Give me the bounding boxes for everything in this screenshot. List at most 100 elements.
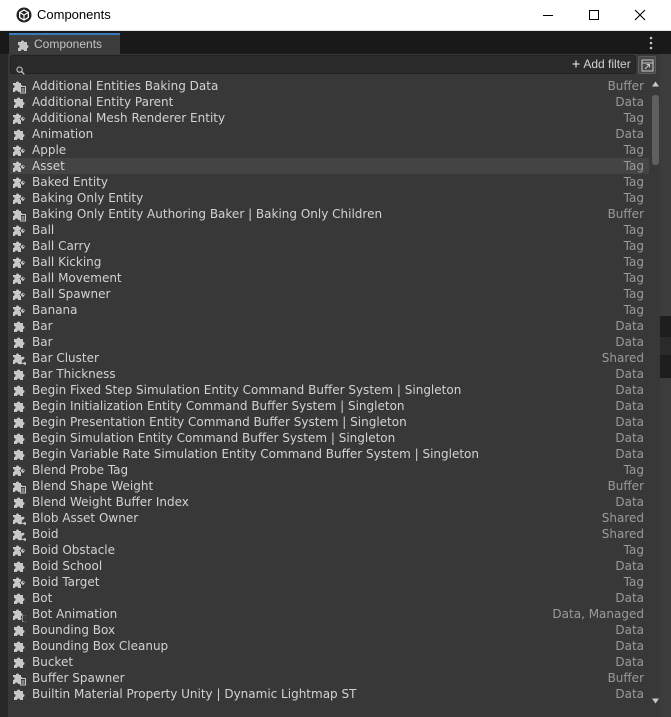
component-type: Buffer (607, 79, 644, 93)
tag-icon (12, 575, 27, 589)
component-name: Blend Shape Weight (32, 479, 154, 493)
component-name: Ball Movement (32, 271, 122, 285)
component-row[interactable]: Bar Thickness Data (10, 366, 649, 382)
tag-icon (12, 111, 27, 125)
component-row[interactable]: Begin Fixed Step Simulation Entity Comma… (10, 382, 649, 398)
component-type: Data (615, 639, 644, 653)
component-row[interactable]: Blob Asset Owner Shared (10, 510, 649, 526)
component-type: Data (615, 623, 644, 637)
tag-icon (12, 271, 27, 285)
scrollbar-thumb[interactable] (652, 95, 659, 165)
managed-icon: {} (12, 607, 29, 623)
component-row[interactable]: Begin Variable Rate Simulation Entity Co… (10, 446, 649, 462)
component-name: Ball Carry (32, 239, 91, 253)
close-icon (634, 9, 646, 21)
component-row[interactable]: Asset Tag (10, 158, 649, 174)
component-row[interactable]: Blend Probe Tag Tag (10, 462, 649, 478)
component-row[interactable]: Blend Shape Weight Buffer (10, 478, 649, 494)
component-name: Bar (32, 335, 53, 349)
search-bar[interactable] (10, 55, 636, 75)
tab-components[interactable]: Components (9, 33, 120, 54)
maximize-button[interactable] (571, 0, 617, 31)
component-type: Data, Managed (552, 607, 644, 621)
tag-icon (12, 463, 27, 477)
component-name: Begin Simulation Entity Command Buffer S… (32, 431, 396, 445)
component-row[interactable]: Bar Data (10, 334, 649, 350)
buffer-icon (12, 79, 26, 94)
component-row[interactable]: Builtin Material Property Unity | Dynami… (10, 686, 649, 702)
component-row[interactable]: Additional Entity Parent Data (10, 94, 649, 110)
component-row[interactable]: Baking Only Entity Authoring Baker | Bak… (10, 206, 649, 222)
component-row[interactable]: Bucket Data (10, 654, 649, 670)
add-filter-button[interactable]: Add filter (572, 57, 631, 72)
component-row[interactable]: Boid Shared (10, 526, 649, 542)
minimize-button[interactable] (525, 0, 571, 31)
data-icon (12, 655, 26, 669)
data-icon (12, 367, 26, 381)
component-row[interactable]: Blend Weight Buffer Index Data (10, 494, 649, 510)
component-name: Builtin Material Property Unity | Dynami… (32, 687, 357, 701)
data-icon (12, 319, 26, 333)
component-type: Tag (623, 255, 644, 269)
component-name: Ball Spawner (32, 287, 111, 301)
component-type: Data (615, 367, 644, 381)
component-row[interactable]: Ball Movement Tag (10, 270, 649, 286)
component-row[interactable]: Begin Simulation Entity Command Buffer S… (10, 430, 649, 446)
search-icon (16, 60, 25, 79)
component-row[interactable]: Ball Carry Tag (10, 238, 649, 254)
component-row[interactable]: Boid Obstacle Tag (10, 542, 649, 558)
kebab-menu-button[interactable] (644, 34, 658, 52)
component-row[interactable]: Apple Tag (10, 142, 649, 158)
component-row[interactable]: Bar Data (10, 318, 649, 334)
component-row[interactable]: Begin Initialization Entity Command Buff… (10, 398, 649, 414)
component-type: Tag (623, 575, 644, 589)
search-input[interactable] (31, 57, 551, 72)
component-row[interactable]: Ball Kicking Tag (10, 254, 649, 270)
component-row[interactable]: Boid Target Tag (10, 574, 649, 590)
component-row[interactable]: Baked Entity Tag (10, 174, 649, 190)
component-type: Data (615, 415, 644, 429)
data-icon (12, 335, 26, 349)
component-row[interactable]: Bounding Box Data (10, 622, 649, 638)
component-type: Tag (623, 175, 644, 189)
dock-window-button[interactable] (638, 56, 656, 74)
component-type: Shared (601, 351, 644, 365)
unity-logo-icon (16, 7, 32, 23)
component-type: Tag (623, 111, 644, 125)
component-name: Baking Only Entity (32, 191, 144, 205)
component-name: Begin Presentation Entity Command Buffer… (32, 415, 407, 429)
shared-icon (12, 527, 27, 541)
component-type: Buffer (607, 479, 644, 493)
minimize-icon (543, 15, 553, 16)
component-row[interactable]: Bar Cluster Shared (10, 350, 649, 366)
component-row[interactable]: Ball Tag (10, 222, 649, 238)
component-name: Boid Target (32, 575, 100, 589)
component-name: Begin Variable Rate Simulation Entity Co… (32, 447, 479, 461)
component-row[interactable]: Additional Entities Baking Data Buffer (10, 78, 649, 94)
component-type: Shared (601, 511, 644, 525)
background-panel-strip (660, 54, 671, 316)
component-row[interactable]: Baking Only Entity Tag (10, 190, 649, 206)
component-row[interactable]: Animation Data (10, 126, 649, 142)
close-button[interactable] (617, 0, 663, 31)
component-type: Data (615, 383, 644, 397)
component-row[interactable]: Boid School Data (10, 558, 649, 574)
component-row[interactable]: Ball Spawner Tag (10, 286, 649, 302)
add-filter-label: Add filter (583, 57, 631, 71)
tag-icon (12, 159, 27, 173)
vertical-scrollbar[interactable] (650, 78, 660, 710)
component-row[interactable]: {} Bot Animation Data, Managed (10, 606, 649, 623)
component-row[interactable]: Begin Presentation Entity Command Buffer… (10, 414, 649, 430)
component-row[interactable]: Buffer Spawner Buffer (10, 670, 649, 686)
component-name: Asset (32, 159, 65, 173)
component-row[interactable]: Bot Data (10, 590, 649, 606)
components-list: Additional Entities Baking Data Buffer Add… (10, 78, 649, 710)
background-panel-strip (660, 378, 671, 717)
data-icon (12, 127, 26, 141)
component-row[interactable]: Bounding Box Cleanup Data (10, 638, 649, 654)
scroll-down-icon[interactable] (652, 698, 659, 704)
scroll-up-icon[interactable] (652, 81, 659, 87)
component-row[interactable]: Additional Mesh Renderer Entity Tag (10, 110, 649, 126)
component-name: Begin Initialization Entity Command Buff… (32, 399, 405, 413)
component-row[interactable]: Banana Tag (10, 302, 649, 318)
